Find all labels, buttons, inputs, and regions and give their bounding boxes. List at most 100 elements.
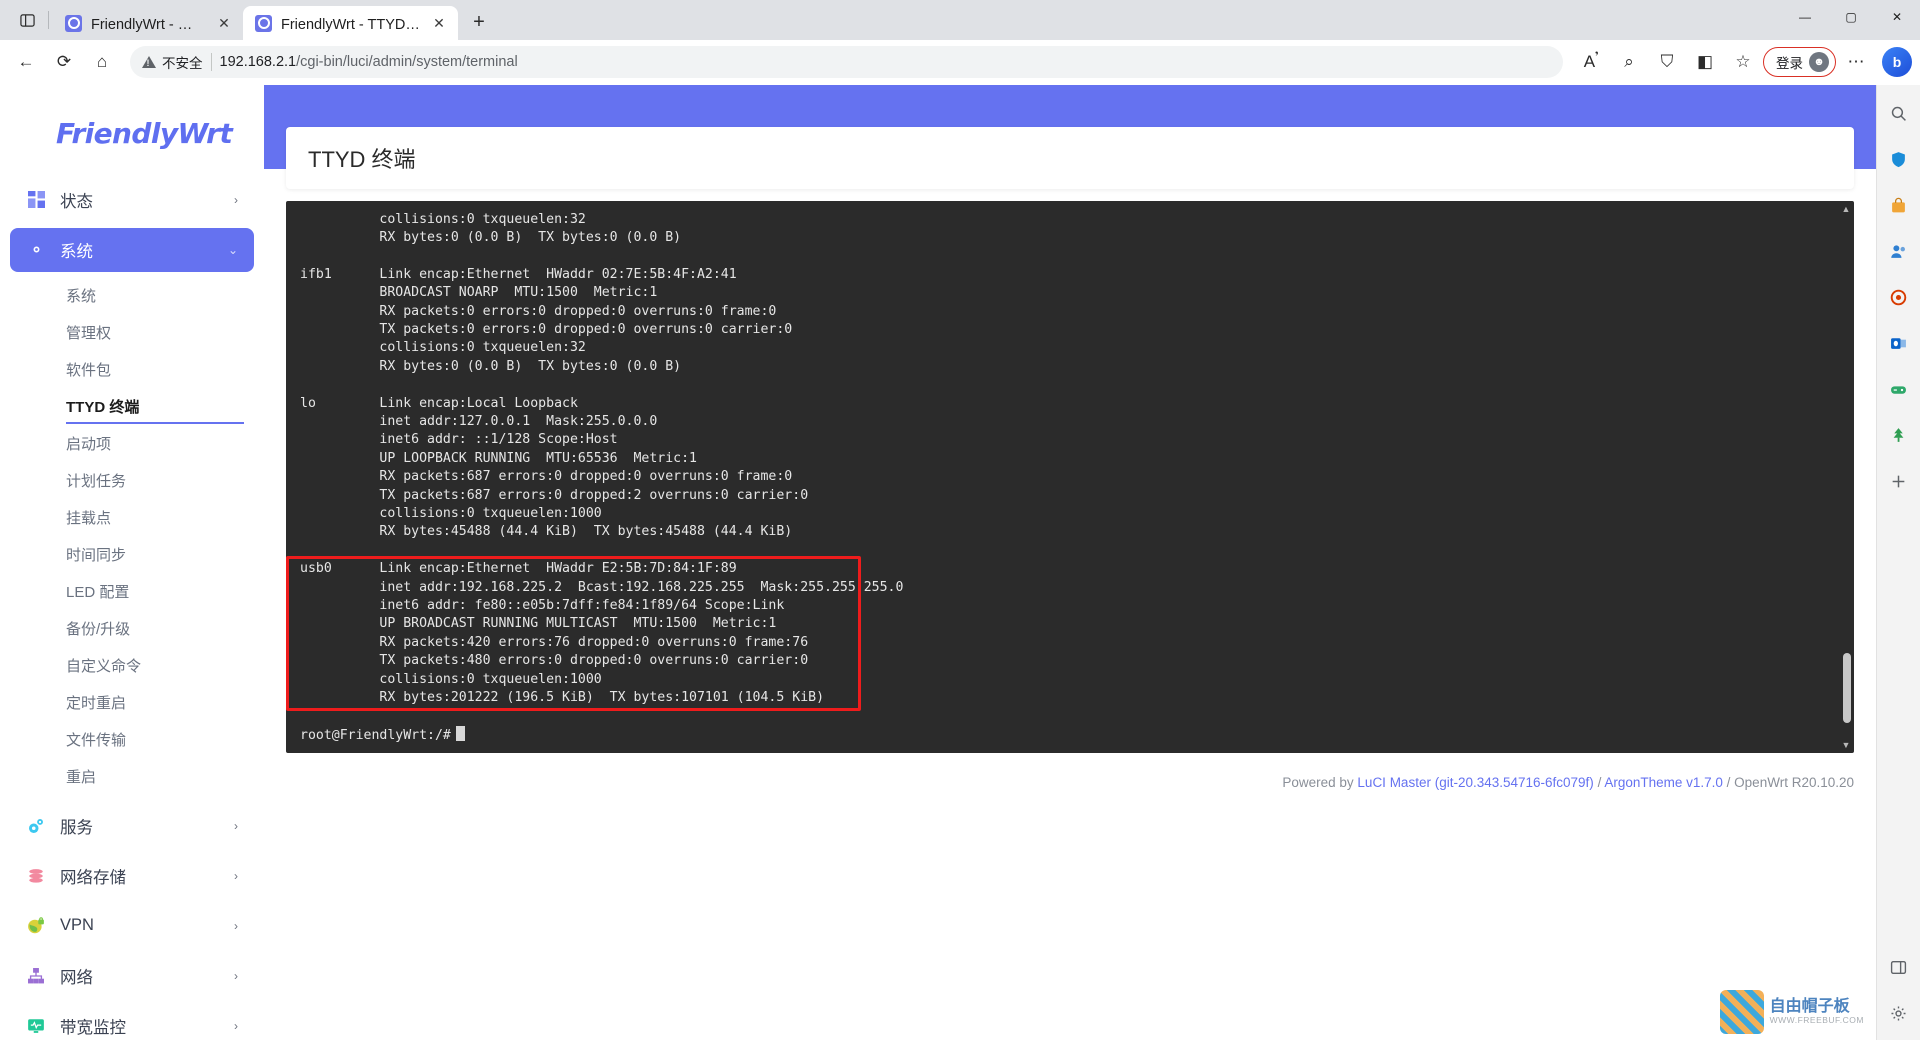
luci-favicon [255,14,272,32]
read-aloud-icon[interactable]: A𝄒 [1573,44,1609,80]
window-close-button[interactable]: ✕ [1874,0,1920,34]
shopping-bag-icon[interactable] [1884,191,1914,221]
browser-tab-1[interactable]: FriendlyWrt - 接口 - LuCI ✕ [53,6,243,40]
minimize-button[interactable]: — [1782,0,1828,34]
footer-luci-link[interactable]: LuCI Master (git-20.343.54716-6fc079f) [1357,775,1593,790]
terminal-line: lo Link encap:Local Loopback [300,395,578,411]
shield-icon[interactable] [1884,145,1914,175]
watermark-logo-icon [1719,990,1764,1034]
sidebar-item-label: 网络 [60,968,93,987]
zoom-icon[interactable]: ⌕ [1611,44,1647,80]
scrollbar-thumb[interactable] [1843,652,1851,723]
toolbar-actions: A𝄒 ⌕ ⛉ ◧ ☆ 登录 ☻ ⋯ b [1573,44,1912,80]
sidebar-item-label: 网络存储 [60,868,126,887]
login-button[interactable]: 登录 ☻ [1763,47,1836,78]
sidebar-item-network[interactable]: 网络 › [10,954,254,998]
tab-title: FriendlyWrt - TTYD 终端 - LuCI [281,16,420,33]
terminal-line: inet addr:127.0.0.1 Mask:255.0.0.0 [300,414,658,430]
browser-tab-2[interactable]: FriendlyWrt - TTYD 终端 - LuCI ✕ [243,6,458,40]
terminal-line: collisions:0 txqueuelen:1000 [300,505,602,521]
sidebar-subitem-scheduled-reboot[interactable]: 定时重启 [10,685,254,722]
brand-logo[interactable]: FriendlyWrt [0,85,264,178]
terminal-line: UP BROADCAST RUNNING MULTICAST MTU:1500 … [300,616,777,632]
plus-icon[interactable] [1884,467,1914,497]
tab-list-button[interactable] [8,3,46,37]
scroll-up-arrow-icon[interactable]: ▲ [1840,203,1852,215]
sidebar-item-bandwidth-monitor[interactable]: 带宽监控 › [10,1004,254,1040]
sidebar-item-system[interactable]: 系统 ⌄ [10,227,254,272]
sidebar-subitem-file-transfer[interactable]: 文件传输 [10,722,254,759]
sidebar-subitem-mount-points[interactable]: 挂载点 [10,500,254,537]
office-icon[interactable] [1884,283,1914,313]
edge-sidebar-rail [1876,84,1920,1040]
home-button[interactable]: ⌂ [84,44,120,80]
web-content: FriendlyWrt 状态 › 系统 ⌄ 系统 管理权 软件包 TTYD 终端… [0,84,1876,1040]
outlook-icon[interactable] [1884,329,1914,359]
close-icon[interactable]: ✕ [429,13,449,33]
sidebar-subitem-led-config[interactable]: LED 配置 [10,574,254,611]
sidebar-subitem-time-sync[interactable]: 时间同步 [10,537,254,574]
terminal-cursor [455,725,465,741]
terminal-line: inet6 addr: fe80::e05b:7dff:fe84:1f89/64… [300,597,785,613]
sidebar-subitem-custom-commands[interactable]: 自定义命令 [10,648,254,685]
sidebar-item-services[interactable]: 服务 › [10,804,254,848]
chevron-right-icon: › [234,968,238,983]
tab-title: FriendlyWrt - 接口 - LuCI [91,16,205,33]
sidebar-item-vpn[interactable]: VPN › [10,904,254,948]
sidebar-item-network-storage[interactable]: 网络存储 › [10,854,254,898]
sidebar-subitem-ttyd-terminal[interactable]: TTYD 终端 [10,389,254,426]
watermark-main: 自由帽子板 [1769,997,1850,1015]
terminal-line: inet6 addr: ::1/128 Scope:Host [300,432,618,448]
gear-icon[interactable] [1884,998,1914,1028]
footer-theme-link[interactable]: ArgonTheme v1.7.0 [1604,775,1723,790]
security-label: 不安全 [162,56,203,72]
window-controls: — ▢ ✕ [1782,0,1920,40]
collections-tag-icon[interactable]: ⛉ [1649,44,1685,80]
sidebar-subitem-packages[interactable]: 软件包 [10,352,254,389]
network-icon [26,966,46,986]
terminal-line: RX packets:420 errors:76 dropped:0 overr… [300,634,809,650]
favorites-icon[interactable]: ☆ [1725,44,1761,80]
ttyd-terminal[interactable]: collisions:0 txqueuelen:32 RX bytes:0 (0… [286,200,1854,753]
split-screen-icon[interactable]: ◧ [1687,44,1723,80]
address-bar[interactable]: 不安全 192.168.2.1/cgi-bin/luci/admin/syste… [130,46,1563,79]
page-title: TTYD 终端 [286,126,1854,189]
gear-icon [26,240,46,260]
footer-sep-2: / [1722,774,1735,790]
terminal-line: RX bytes:0 (0.0 B) TX bytes:0 (0.0 B) [300,230,682,246]
search-icon[interactable] [1884,99,1914,129]
sidebar-subitem-startup[interactable]: 启动项 [10,426,254,463]
copilot-icon[interactable]: b [1882,47,1912,78]
sidebar-subitem-reboot[interactable]: 重启 [10,759,254,796]
luci-favicon [65,14,82,32]
sidebar-subitem-scheduled-tasks[interactable]: 计划任务 [10,463,254,500]
gears-icon [26,816,46,836]
terminal-line: RX bytes:0 (0.0 B) TX bytes:0 (0.0 B) [300,358,682,374]
sidebar-subitem-backup-upgrade[interactable]: 备份/升级 [10,611,254,648]
split-panel-icon[interactable] [1884,952,1914,982]
sidebar-subitem-system[interactable]: 系统 [10,278,254,315]
reload-button[interactable]: ⟳ [46,44,82,80]
game-icon[interactable] [1884,375,1914,405]
maximize-button[interactable]: ▢ [1828,0,1874,34]
terminal-line: collisions:0 txqueuelen:32 [300,211,586,227]
sidebar-item-status[interactable]: 状态 › [10,178,254,222]
terminal-line: TX packets:0 errors:0 dropped:0 overruns… [300,322,793,338]
terminal-line: inet addr:192.168.225.2 Bcast:192.168.22… [300,579,904,595]
scroll-down-arrow-icon[interactable]: ▼ [1840,739,1852,751]
people-icon[interactable] [1884,237,1914,267]
terminal-scrollbar[interactable]: ▲ ▼ [1840,202,1852,751]
close-icon[interactable]: ✕ [214,13,234,33]
back-button[interactable]: ← [8,44,44,80]
chevron-down-icon: ⌄ [227,242,238,257]
settings-more-icon[interactable]: ⋯ [1838,44,1874,80]
page-footer: Powered by LuCI Master (git-20.343.54716… [264,753,1876,790]
tree-icon[interactable] [1884,421,1914,451]
new-tab-button[interactable]: + [464,7,494,37]
sidebar-subitem-admin[interactable]: 管理权 [10,315,254,352]
chevron-right-icon: › [234,868,238,883]
security-indicator[interactable]: 不安全 [142,52,203,72]
